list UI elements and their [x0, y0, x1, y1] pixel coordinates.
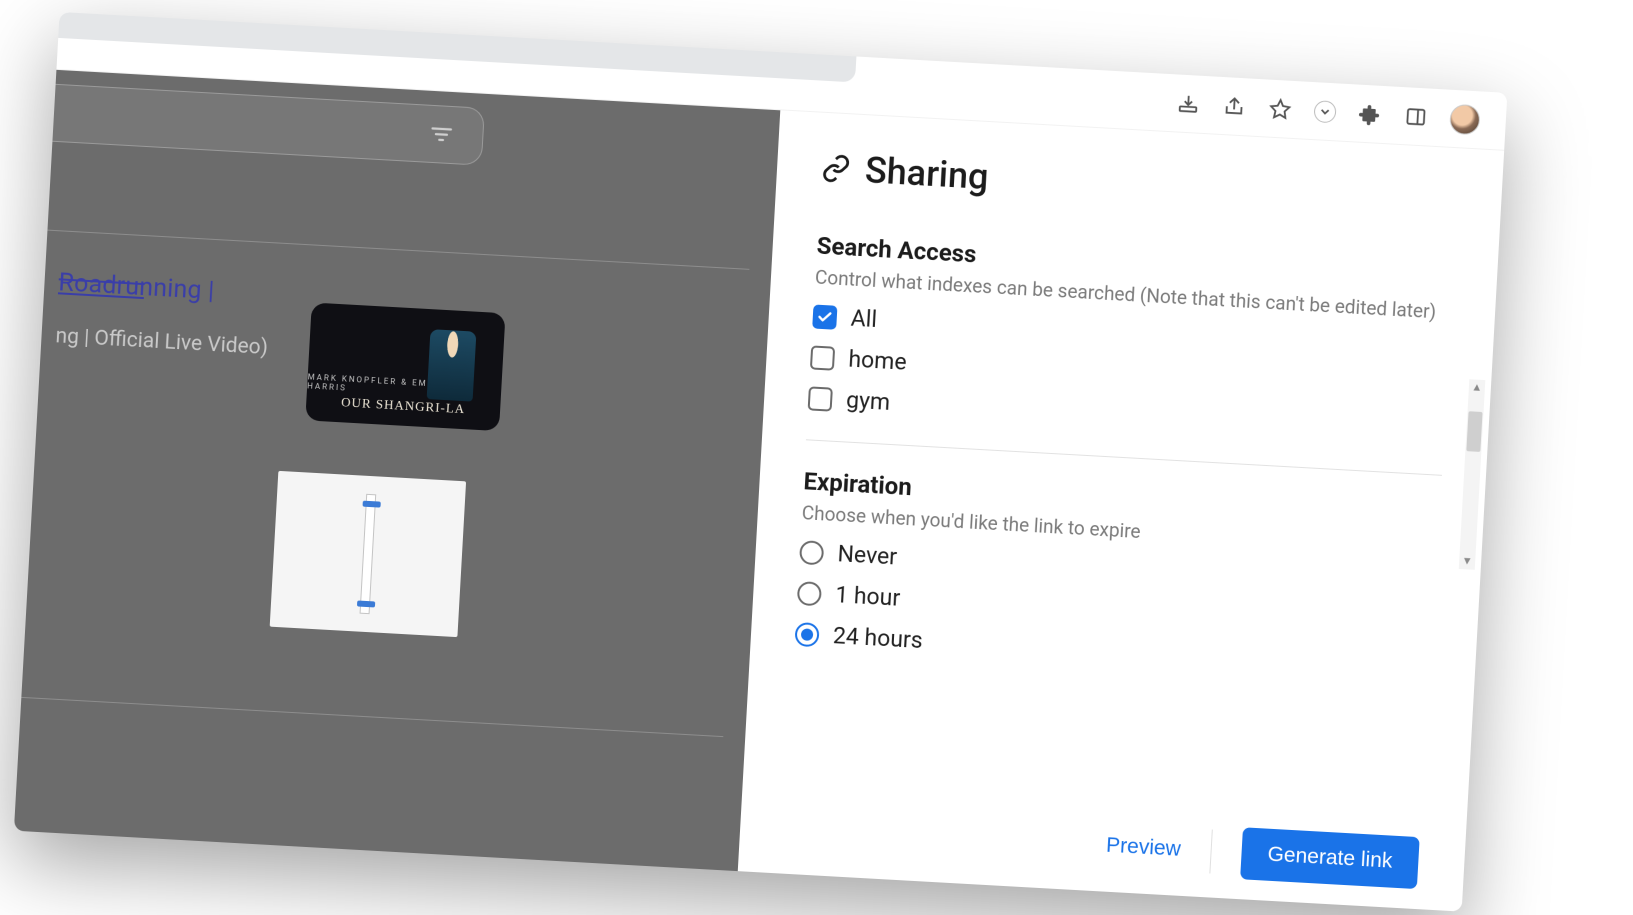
option-label: 1 hour: [835, 581, 901, 612]
star-icon[interactable]: [1268, 96, 1293, 121]
preview-button[interactable]: Preview: [1106, 833, 1182, 861]
option-label: gym: [845, 386, 890, 415]
option-label: All: [850, 305, 878, 333]
search-bar[interactable]: [52, 84, 485, 166]
sharing-panel: Sharing Search Access Control what index…: [738, 110, 1504, 911]
radio[interactable]: [794, 621, 819, 646]
option-label: home: [848, 346, 908, 376]
checkbox[interactable]: [808, 386, 833, 411]
divider: [1209, 829, 1212, 873]
link-icon: [820, 153, 852, 185]
profile-avatar[interactable]: [1449, 103, 1481, 135]
background-page-dimmed: Roadrunning | ng | Official Live Video) …: [14, 70, 780, 871]
scroll-up-icon[interactable]: ▲: [1471, 379, 1483, 396]
search-result-subtitle: ng | Official Live Video): [55, 324, 269, 360]
share-icon[interactable]: [1222, 94, 1247, 119]
browser-window: Roadrunning | ng | Official Live Video) …: [14, 12, 1508, 912]
scrollbar-thumb[interactable]: [1466, 411, 1482, 452]
filter-icon[interactable]: [430, 125, 453, 144]
divider: [47, 230, 749, 270]
radio[interactable]: [797, 581, 822, 606]
divider: [21, 697, 723, 737]
option-label: 24 hours: [832, 622, 923, 654]
secondary-thumbnail[interactable]: [270, 471, 466, 637]
video-thumbnail[interactable]: MARK KNOPFLER & EMMYLOU HARRIS OUR SHANG…: [305, 302, 505, 431]
checkbox[interactable]: [812, 304, 837, 329]
option-label: Never: [837, 540, 898, 570]
panel-title: Sharing: [820, 147, 1458, 224]
radio[interactable]: [799, 540, 824, 565]
scroll-down-icon[interactable]: ▼: [1461, 553, 1473, 570]
panel-title-text: Sharing: [864, 149, 990, 198]
generate-link-button[interactable]: Generate link: [1240, 827, 1420, 889]
search-result-title[interactable]: Roadrunning |: [58, 268, 215, 306]
divider: [806, 439, 1442, 476]
extensions-icon[interactable]: [1357, 101, 1382, 126]
tab-strip-shadow: [58, 12, 856, 82]
sidepanel-icon[interactable]: [1403, 104, 1428, 129]
expiration-section: Expiration Choose when you'd like the li…: [794, 466, 1440, 682]
checkbox[interactable]: [810, 345, 835, 370]
chevron-down-icon[interactable]: [1313, 100, 1336, 123]
install-icon[interactable]: [1176, 91, 1201, 116]
scrollbar[interactable]: ▲ ▼: [1459, 379, 1486, 570]
search-access-section: Search Access Control what indexes can b…: [808, 231, 1454, 447]
